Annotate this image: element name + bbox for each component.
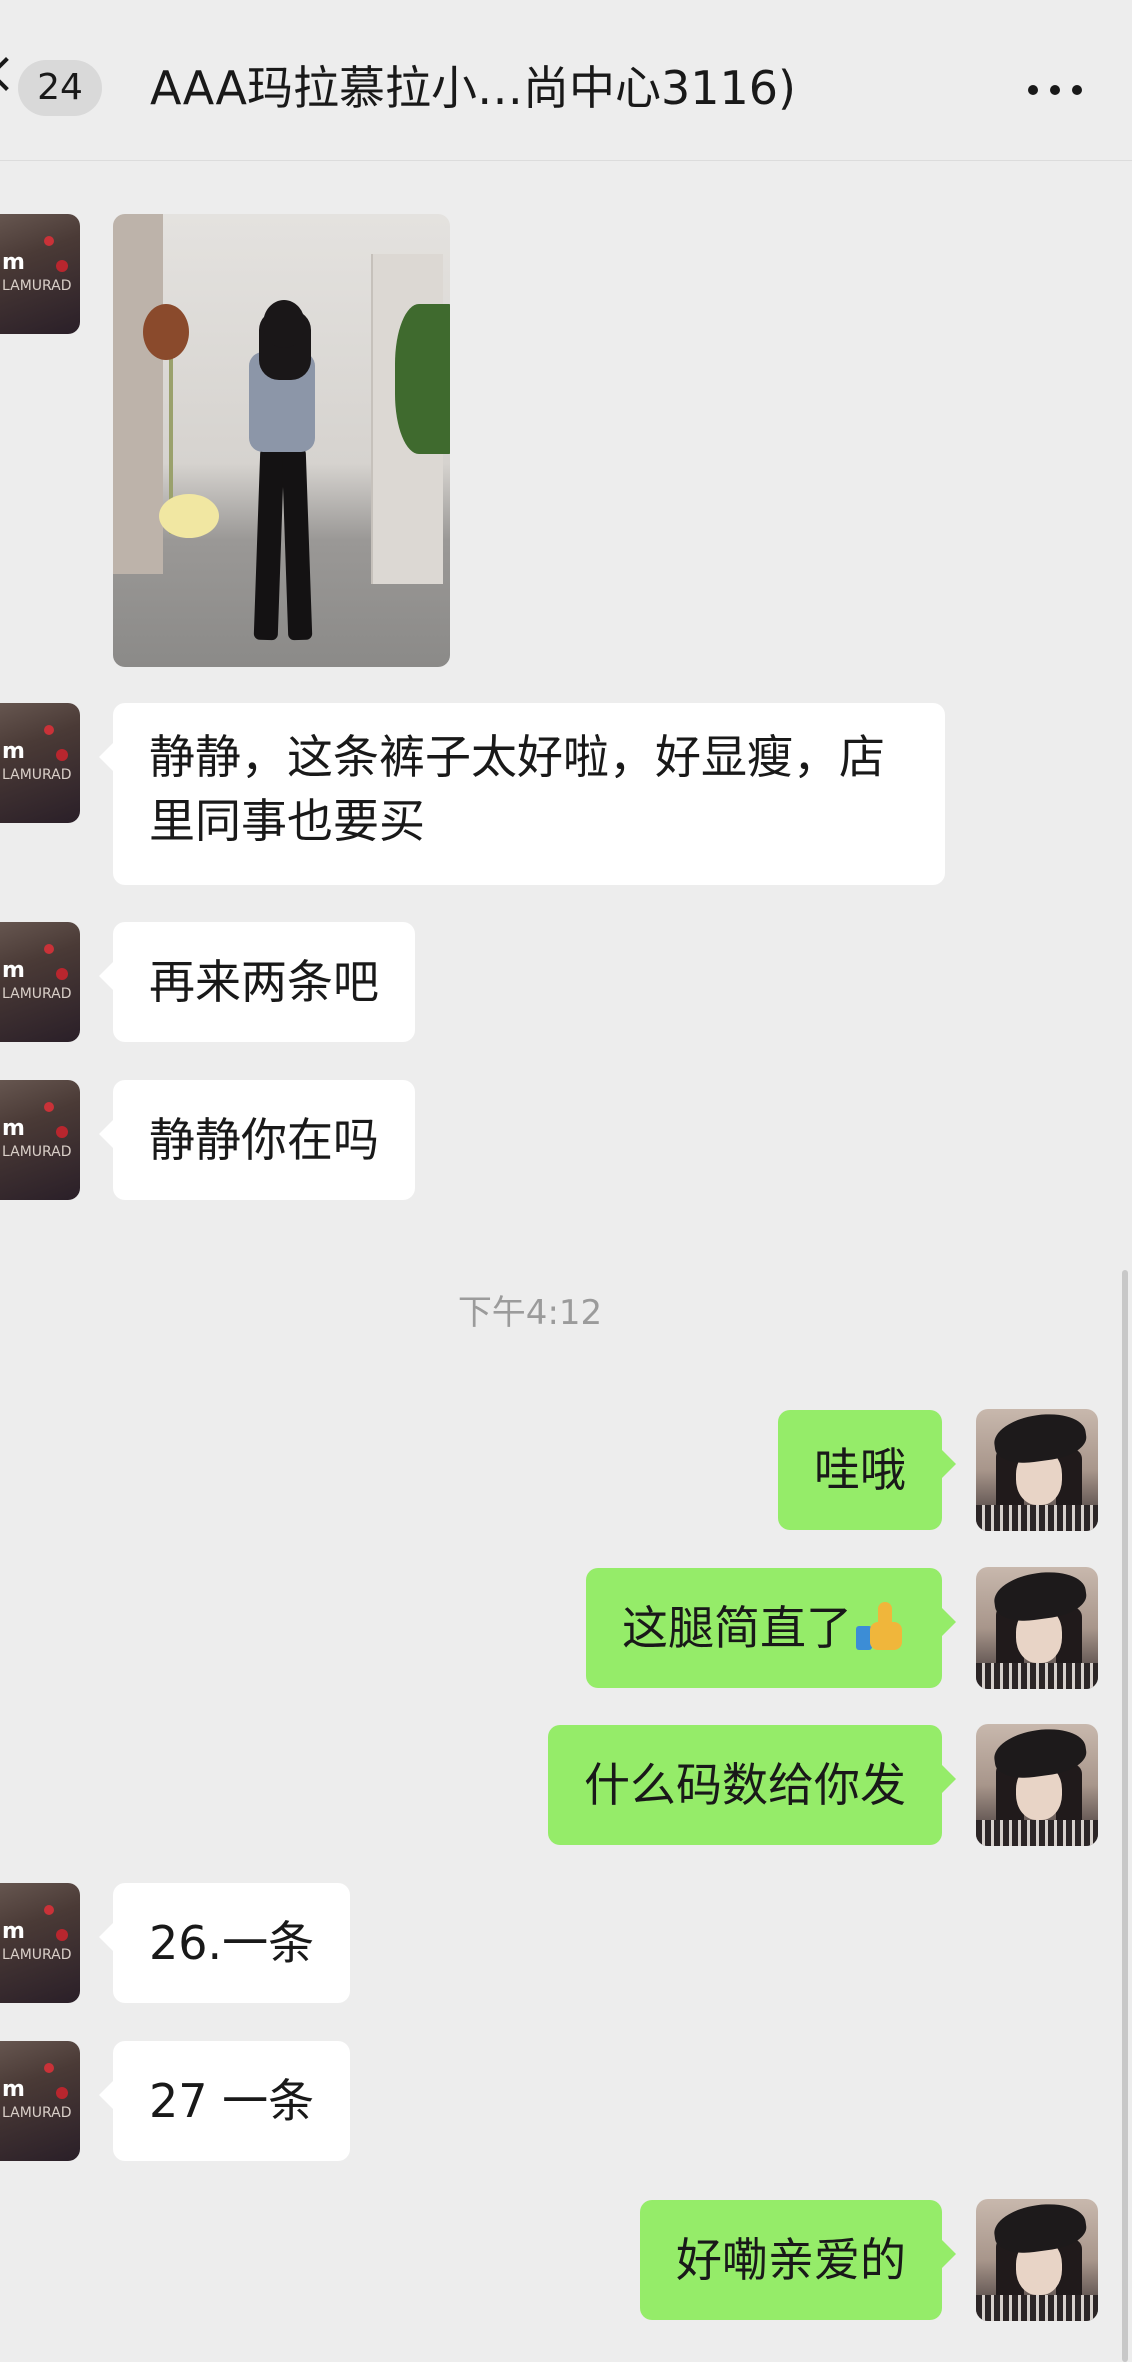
message-bubble[interactable]: 静静，这条裤子太好啦，好显瘦，店里同事也要买 xyxy=(99,703,945,885)
message-text: 什么码数给你发 xyxy=(584,1758,906,1812)
avatar-brand: LAMURAD xyxy=(2,986,72,1002)
more-dot-icon xyxy=(1072,85,1082,95)
contact-avatar[interactable]: m LAMURAD xyxy=(0,703,80,823)
chat-header: 24 AAA玛拉慕拉小…尚中心3116) xyxy=(0,0,1132,161)
message-bubble-sent[interactable]: 好嘞亲爱的 xyxy=(640,2200,956,2320)
message-text: 哇哦 xyxy=(814,1443,906,1497)
message-bubble-sent[interactable]: 什么码数给你发 xyxy=(548,1725,956,1845)
message-text: 这腿简直了 xyxy=(622,1601,852,1655)
message-bubble[interactable]: 27 一条 xyxy=(98,2041,351,2161)
user-avatar[interactable] xyxy=(976,1567,1098,1689)
avatar-brand: LAMURAD xyxy=(2,1144,72,1160)
message-text: 静静，这条裤子太好啦，好显瘦，店里同事也要买 xyxy=(149,730,885,848)
scrollbar[interactable] xyxy=(1122,1270,1128,2362)
message-text: 再来两条吧 xyxy=(149,955,379,1009)
user-avatar[interactable] xyxy=(976,1724,1098,1846)
avatar-decoration xyxy=(44,236,54,246)
avatar-brand: LAMURAD xyxy=(2,2105,72,2121)
more-options-button[interactable] xyxy=(1010,70,1100,110)
message-text: 好嘞亲爱的 xyxy=(676,2233,906,2287)
contact-avatar[interactable]: m LAMURAD xyxy=(0,922,80,1042)
avatar-logo: m xyxy=(2,250,26,275)
message-bubble[interactable]: 26.一条 xyxy=(98,1883,351,2003)
message-bubble-sent[interactable]: 这腿简直了 xyxy=(586,1568,956,1688)
avatar-logo: m xyxy=(2,739,26,764)
chat-title: AAA玛拉慕拉小…尚中心3116) xyxy=(150,61,796,115)
more-dot-icon xyxy=(1028,85,1038,95)
user-avatar[interactable] xyxy=(976,1409,1098,1531)
avatar-decoration xyxy=(56,260,68,272)
thumbs-up-icon xyxy=(856,1600,906,1650)
more-dot-icon xyxy=(1050,85,1060,95)
unread-count-badge[interactable]: 24 xyxy=(18,60,102,116)
contact-avatar[interactable]: m LAMURAD xyxy=(0,1883,80,2003)
message-text: 26.一条 xyxy=(149,1916,315,1970)
message-timestamp: 下午4:12 xyxy=(457,1293,603,1333)
message-bubble[interactable]: 静静你在吗 xyxy=(99,1080,415,1200)
avatar-brand: LAMURAD xyxy=(2,1947,72,1963)
avatar-logo: m xyxy=(2,958,26,983)
avatar-logo: m xyxy=(2,1919,26,1944)
user-avatar[interactable] xyxy=(976,2199,1098,2321)
message-bubble[interactable]: 再来两条吧 xyxy=(99,922,415,1042)
avatar-logo: m xyxy=(2,1116,26,1141)
contact-avatar[interactable]: m LAMURAD xyxy=(0,1080,80,1200)
avatar-brand: LAMURAD xyxy=(2,767,72,783)
message-bubble-sent[interactable]: 哇哦 xyxy=(778,1410,956,1530)
contact-avatar[interactable]: m LAMURAD xyxy=(0,214,80,334)
image-message[interactable] xyxy=(113,214,450,667)
contact-avatar[interactable]: m LAMURAD xyxy=(0,2041,80,2161)
avatar-logo: m xyxy=(2,2077,26,2102)
message-text: 27 一条 xyxy=(149,2074,315,2128)
message-text: 静静你在吗 xyxy=(149,1113,379,1167)
avatar-brand: LAMURAD xyxy=(2,278,72,294)
